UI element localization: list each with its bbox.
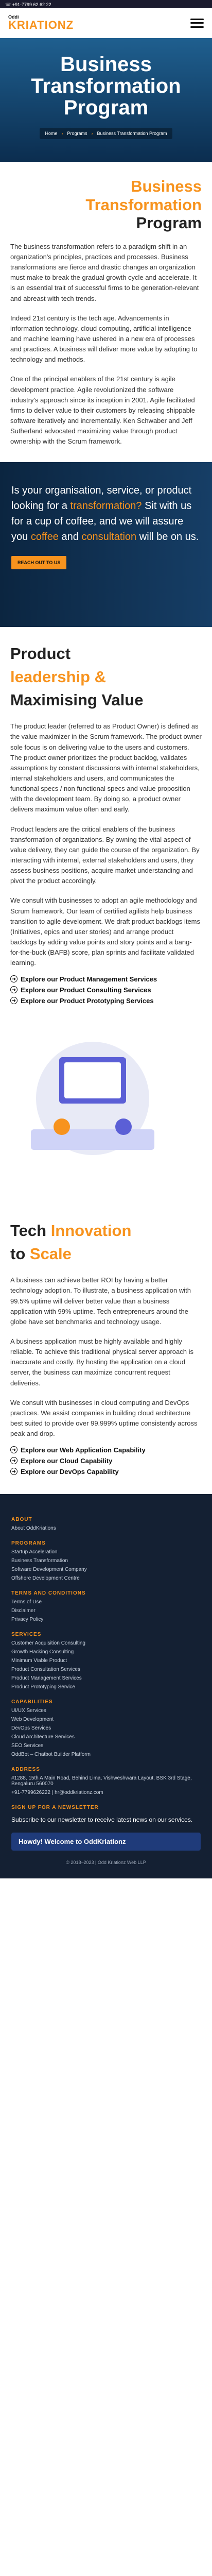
link-cloud-capability[interactable]: ➜ Explore our Cloud Capability: [10, 1457, 202, 1465]
paragraph: One of the principal enablers of the 21s…: [10, 375, 196, 446]
link-web-application[interactable]: ➜ Explore our Web Application Capability: [10, 1446, 202, 1454]
breadcrumb-current: Business Transformation Program: [97, 131, 167, 136]
phone-text[interactable]: ☏ +91-7799 62 62 22: [5, 2, 51, 7]
logo[interactable]: Oddi KRIATIONZ: [8, 15, 74, 31]
section-business-transformation: Business Transformation Program The busi…: [0, 162, 212, 462]
footer-link[interactable]: DevOps Services: [11, 1725, 201, 1731]
newsletter-text: Subscribe to our newsletter to receive l…: [11, 1816, 193, 1824]
footer-link[interactable]: Customer Acquisition Consulting: [11, 1640, 201, 1646]
link-product-prototyping[interactable]: ➜ Explore our Product Prototyping Service…: [10, 997, 202, 1005]
footer-link[interactable]: SEO Services: [11, 1743, 201, 1749]
footer-link[interactable]: Software Development Company: [11, 1567, 201, 1572]
breadcrumb-home[interactable]: Home: [45, 131, 57, 136]
footer-link[interactable]: Business Transformation: [11, 1558, 201, 1564]
section-title: Tech Innovation to Scale: [10, 1222, 132, 1263]
address-text: #1288, 15th A Main Road, Behind Lima, Vi…: [11, 1775, 192, 1787]
section-title: Business Transformation Program: [85, 177, 202, 232]
footer-heading: ABOUT: [11, 1517, 32, 1523]
link-product-management[interactable]: ➜ Explore our Product Management Services: [10, 975, 202, 983]
page-title: Business Transformation Program: [31, 53, 181, 119]
hero-banner: Business Transformation Program Home › P…: [0, 38, 212, 162]
footer-heading: TERMS AND CONDITIONS: [11, 1590, 86, 1597]
copyright: © 2018–2023 | Odd Kriationz Web LLP: [66, 1860, 146, 1865]
reach-out-button[interactable]: REACH OUT TO US: [11, 556, 67, 570]
footer-heading: PROGRAMS: [11, 1540, 46, 1547]
section-product-leadership: Product leadership & Maximising Value Th…: [0, 627, 212, 1204]
paragraph: The business transformation refers to a …: [10, 242, 199, 302]
arrow-right-icon: ➜: [10, 997, 17, 1005]
footer-link[interactable]: Growth Hacking Consulting: [11, 1649, 201, 1655]
footer-link[interactable]: Product Consultation Services: [11, 1667, 201, 1672]
footer-link[interactable]: Disclaimer: [11, 1608, 201, 1614]
footer-link[interactable]: Privacy Policy: [11, 1617, 201, 1622]
arrow-right-icon: ➜: [10, 1468, 17, 1476]
menu-icon[interactable]: [190, 18, 204, 28]
contact-text[interactable]: +91-7799626222 | hr@oddkriationz.com: [11, 1790, 201, 1795]
link-devops-capability[interactable]: ➜ Explore our DevOps Capability: [10, 1468, 202, 1476]
footer-link[interactable]: About OddKriations: [11, 1526, 201, 1531]
footer-link[interactable]: OddBot – Chatbot Builder Platform: [11, 1752, 201, 1757]
top-contact-strip: ☏ +91-7799 62 62 22: [0, 0, 212, 8]
footer-heading: CAPABILITIES: [11, 1699, 53, 1705]
footer-heading: SIGN UP FOR A NEWSLETTER: [11, 1805, 99, 1811]
breadcrumb: Home › Programs › Business Transformatio…: [40, 128, 172, 139]
footer-link[interactable]: Terms of Use: [11, 1599, 201, 1605]
chat-widget[interactable]: Howdy! Welcome to OddKriationz: [11, 1833, 201, 1851]
section-tech-innovation: Tech Innovation to Scale A business can …: [0, 1204, 212, 1494]
footer-heading: ADDRESS: [11, 1767, 40, 1773]
paragraph: A business can achieve better ROI by hav…: [10, 1276, 191, 1326]
footer-link[interactable]: UI/UX Services: [11, 1708, 201, 1714]
footer-heading: SERVICES: [11, 1632, 42, 1638]
cta-banner: Is your organisation, service, or produc…: [0, 462, 212, 628]
paragraph: We consult with businesses to adopt an a…: [10, 896, 201, 967]
arrow-right-icon: ➜: [10, 975, 17, 983]
site-header: Oddi KRIATIONZ: [0, 8, 212, 38]
illustration: [31, 1042, 154, 1156]
paragraph: Product leaders are the critical enabler…: [10, 825, 200, 885]
paragraph: Indeed 21st century is the tech age. Adv…: [10, 314, 198, 364]
footer-link[interactable]: Minimum Viable Product: [11, 1658, 201, 1664]
arrow-right-icon: ➜: [10, 986, 17, 994]
footer-link[interactable]: Web Development: [11, 1717, 201, 1722]
footer-link[interactable]: Product Prototyping Service: [11, 1684, 201, 1690]
breadcrumb-programs[interactable]: Programs: [67, 131, 87, 136]
footer-link[interactable]: Cloud Architecture Services: [11, 1734, 201, 1740]
cta-text: Is your organisation, service, or produc…: [11, 485, 199, 543]
arrow-right-icon: ➜: [10, 1457, 17, 1465]
paragraph: The product leader (referred to as Produ…: [10, 722, 202, 814]
arrow-right-icon: ➜: [10, 1446, 17, 1454]
capability-links: ➜ Explore our Web Application Capability …: [10, 1446, 202, 1476]
footer-link[interactable]: Startup Acceleration: [11, 1549, 201, 1555]
paragraph: A business application must be highly av…: [10, 1337, 194, 1387]
paragraph: We consult with businesses in cloud comp…: [10, 1398, 198, 1438]
logo-main-text: KRIATIONZ: [8, 19, 74, 31]
link-product-consulting[interactable]: ➜ Explore our Product Consulting Services: [10, 986, 202, 994]
footer-link[interactable]: Offshore Development Centre: [11, 1575, 201, 1581]
site-footer: ABOUT About OddKriations PROGRAMS Startu…: [0, 1494, 212, 1878]
footer-link[interactable]: Product Management Services: [11, 1675, 201, 1681]
service-links: ➜ Explore our Product Management Services…: [10, 975, 202, 1005]
section-title: Product leadership & Maximising Value: [10, 645, 144, 709]
